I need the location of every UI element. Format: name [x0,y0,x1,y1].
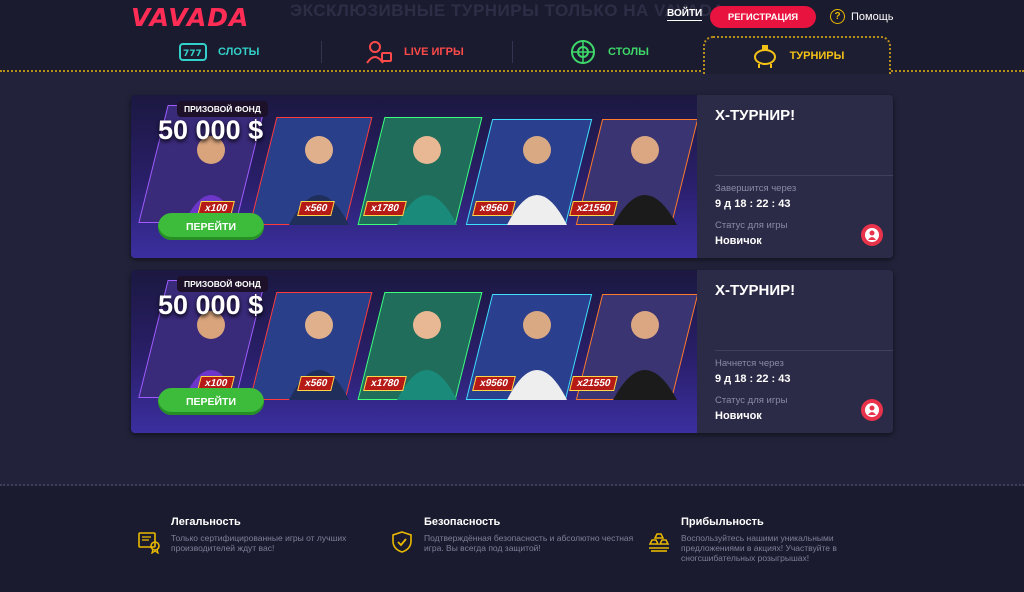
shield-check-icon [392,531,412,553]
multiplier-badge: x9560 [472,376,516,391]
feature-text: Только сертифицированные игры от лучших … [171,533,347,553]
vavada-logo[interactable]: VAVADA [131,3,249,32]
tab-slots-label: СЛОТЫ [218,46,260,58]
login-button[interactable]: ВОЙТИ [667,8,703,21]
register-button[interactable]: РЕГИСТРАЦИЯ [710,6,816,28]
status-label: Статус для игры [715,220,788,231]
help-question-icon: ? [830,9,845,24]
go-button[interactable]: ПЕРЕЙТИ [158,388,264,415]
tournament-card: ПРИЗОВОЙ ФОНД 50 000 $ x100 x560 x1780 x… [131,270,893,433]
rank-chip-icon [861,224,883,246]
footer-dotted-divider [0,484,1024,486]
multiplier-badge: x1780 [363,376,407,391]
tab-separator [321,41,322,63]
piggy-bank-icon [753,45,776,68]
multiplier-badge: x21550 [569,201,619,216]
timer-label: Начнется через [715,358,784,369]
tab-tables[interactable]: СТОЛЫ [568,34,649,70]
tournament-info: X-ТУРНИР! Завершится через 9 д 18 : 22 :… [697,95,893,258]
tab-tables-label: СТОЛЫ [608,46,649,58]
tab-live-label: LIVE ИГРЫ [404,46,464,58]
timer-label: Завершится через [715,183,797,194]
slots-icon: 777 [179,43,207,61]
tournament-title[interactable]: X-ТУРНИР! [715,107,795,124]
multiplier-badge: x9560 [472,201,516,216]
gold-bars-icon [648,533,670,552]
feature-text: Воспользуйтесь нашими уникальными предло… [681,533,837,563]
header-promo-title: ЭКСКЛЮЗИВНЫЕ ТУРНИРЫ ТОЛЬКО НА VAVADA [290,1,725,20]
player-illustration [613,136,677,225]
tournament-banner[interactable]: ПРИЗОВОЙ ФОНД 50 000 $ x100 x560 x1780 x… [131,95,697,258]
timer-value: 9 д 18 : 22 : 43 [715,198,791,210]
rank-chip-icon [861,399,883,421]
tournament-info: X-ТУРНИР! Начнется через 9 д 18 : 22 : 4… [697,270,893,433]
status-value: Новичок [715,410,762,422]
tournament-title[interactable]: X-ТУРНИР! [715,282,795,299]
help-link[interactable]: ? Помощь [830,9,894,24]
tournament-card: ПРИЗОВОЙ ФОНД 50 000 $ x100 x560 x1780 x… [131,95,893,258]
feature-title: Безопасность [424,516,501,528]
tab-tournaments-label: ТУРНИРЫ [789,50,845,62]
tab-tournaments[interactable]: ТУРНИРЫ [703,36,891,74]
timer-value: 9 д 18 : 22 : 43 [715,373,791,385]
prize-amount: 50 000 $ [158,290,264,320]
feature-title: Легальность [171,516,241,528]
feature-title: Прибыльность [681,516,764,528]
multiplier-badge: x560 [297,201,336,216]
roulette-icon [571,40,595,64]
multiplier-badge: x1780 [363,201,407,216]
player-illustration [613,311,677,400]
tournament-banner[interactable]: ПРИЗОВОЙ ФОНД 50 000 $ x100 x560 x1780 x… [131,270,697,433]
help-label: Помощь [851,10,894,23]
svg-text:777: 777 [183,49,202,59]
multiplier-badge: x560 [297,376,336,391]
status-label: Статус для игры [715,395,788,406]
info-divider [715,350,893,351]
tab-separator [512,41,513,63]
prize-amount: 50 000 $ [158,115,264,145]
live-games-icon [366,41,392,64]
feature-text: Подтверждённая безопасность и абсолютно … [424,533,634,553]
info-divider [715,175,893,176]
go-button[interactable]: ПЕРЕЙТИ [158,213,264,240]
tab-live-games[interactable]: LIVE ИГРЫ [364,34,464,70]
multiplier-badge: x21550 [569,376,619,391]
tab-slots[interactable]: 777 СЛОТЫ [178,34,259,70]
certificate-icon [138,532,160,554]
status-value: Новичок [715,235,762,247]
